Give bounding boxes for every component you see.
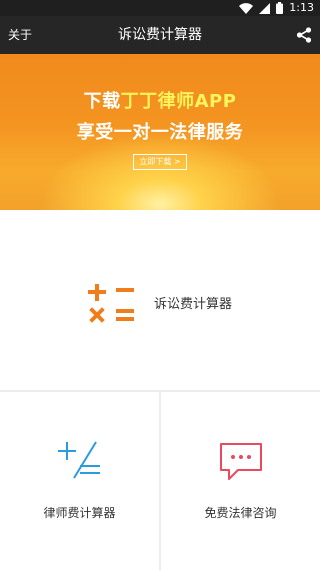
promo-banner[interactable]: 下载丁丁律师APP 享受一对一法律服务 立即下载 > <box>0 54 320 210</box>
lawyer-fee-calculator-label: 律师费计算器 <box>43 506 116 520</box>
banner-headline: 下载丁丁律师APP <box>0 87 320 113</box>
calculator-icon <box>86 283 136 328</box>
share-icon[interactable] <box>296 27 312 43</box>
free-legal-consultation-tile[interactable]: 免费法律咨询 <box>161 392 320 570</box>
download-now-button[interactable]: 立即下载 > <box>133 154 187 170</box>
free-legal-consultation-label: 免费法律咨询 <box>204 506 277 520</box>
banner-subheadline: 享受一对一法律服务 <box>76 122 244 143</box>
signal-icon <box>259 2 271 14</box>
status-bar: 1:13 <box>0 0 320 16</box>
calculator-outline-icon <box>58 441 100 479</box>
battery-icon <box>276 2 284 14</box>
banner-headline-prefix: 下载 <box>83 91 121 112</box>
clock-time: 1:13 <box>289 1 314 14</box>
page-title: 诉讼费计算器 <box>118 27 202 43</box>
litigation-fee-calculator-label: 诉讼费计算器 <box>154 297 233 312</box>
banner-app-name: 丁丁律师APP <box>120 91 237 112</box>
lawyer-fee-calculator-tile[interactable]: 律师费计算器 <box>0 392 159 570</box>
chat-bubble-icon <box>220 443 262 480</box>
app-bar: 关于 诉讼费计算器 <box>0 16 320 54</box>
wifi-icon <box>239 2 254 14</box>
